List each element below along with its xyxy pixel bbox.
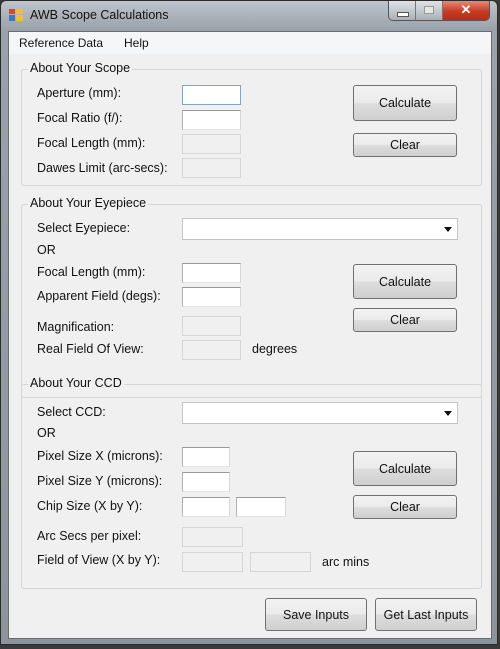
eyepiece-group-title: About Your Eyepiece (28, 196, 149, 210)
scope-group: About Your Scope Aperture (mm): Focal Ra… (21, 61, 482, 186)
close-icon: ✕ (460, 2, 472, 17)
chip-size-x-input[interactable] (182, 497, 230, 517)
maximize-button[interactable] (416, 1, 443, 20)
eyepiece-calculate-button[interactable]: Calculate (353, 264, 457, 299)
dawes-limit-label: Dawes Limit (arc-secs): (37, 161, 168, 175)
minimize-button[interactable] (389, 1, 416, 20)
get-last-inputs-button[interactable]: Get Last Inputs (375, 598, 477, 631)
close-button[interactable]: ✕ (443, 1, 489, 20)
chip-size-y-input[interactable] (236, 497, 286, 517)
fov-unit: arc mins (322, 555, 370, 569)
ccd-or-label: OR (37, 426, 56, 440)
save-inputs-button[interactable]: Save Inputs (265, 598, 367, 631)
select-eyepiece-label: Select Eyepiece: (37, 221, 131, 235)
ccd-group: About Your CCD Select CCD: OR Pixel Size… (21, 376, 482, 589)
app-icon (9, 9, 23, 21)
ccd-clear-button[interactable]: Clear (353, 495, 457, 519)
scope-calculate-button[interactable]: Calculate (353, 85, 457, 121)
client-area: Reference Data Help About Your Scope Ape… (8, 31, 492, 639)
minimize-icon (397, 12, 409, 17)
dawes-limit-output (182, 158, 241, 178)
aperture-input[interactable] (182, 85, 241, 105)
magnification-label: Magnification: (37, 320, 115, 334)
chip-size-label: Chip Size (X by Y): (37, 499, 143, 513)
ccd-calculate-button[interactable]: Calculate (353, 451, 457, 486)
maximize-icon (424, 6, 434, 14)
aperture-label: Aperture (mm): (37, 86, 122, 100)
scope-group-title: About Your Scope (28, 61, 133, 75)
select-ccd-label: Select CCD: (37, 405, 106, 419)
scope-focal-length-label: Focal Length (mm): (37, 136, 146, 150)
scope-focal-length-output (182, 134, 241, 154)
real-fov-label: Real Field Of View: (37, 342, 144, 356)
eyepiece-focal-length-input[interactable] (182, 263, 241, 283)
real-fov-output (182, 340, 241, 360)
eyepiece-clear-button[interactable]: Clear (353, 308, 457, 332)
pixel-size-x-input[interactable] (182, 447, 230, 467)
chevron-down-icon (444, 411, 452, 416)
eyepiece-group: About Your Eyepiece Select Eyepiece: OR … (21, 196, 482, 398)
field-of-view-label: Field of View (X by Y): (37, 553, 161, 567)
app-window: AWB Scope Calculations ✕ Reference Data … (0, 0, 498, 645)
arcsec-per-pixel-output (182, 527, 243, 547)
title-bar[interactable]: AWB Scope Calculations ✕ (1, 1, 497, 31)
pixel-size-y-input[interactable] (182, 472, 230, 492)
apparent-field-label: Apparent Field (degs): (37, 289, 161, 303)
eyepiece-focal-length-label: Focal Length (mm): (37, 265, 146, 279)
eyepiece-select[interactable] (182, 218, 458, 240)
fov-y-output (250, 552, 311, 572)
ccd-select[interactable] (182, 402, 458, 424)
eyepiece-or-label: OR (37, 243, 56, 257)
pixel-size-y-label: Pixel Size Y (microns): (37, 474, 163, 488)
magnification-output (182, 316, 241, 336)
menu-bar: Reference Data Help (9, 32, 491, 54)
window-title: AWB Scope Calculations (30, 8, 169, 22)
caption-buttons: ✕ (388, 1, 490, 21)
menu-help[interactable]: Help (124, 36, 149, 50)
arcsec-per-pixel-label: Arc Secs per pixel: (37, 529, 142, 543)
ccd-group-title: About Your CCD (28, 376, 124, 390)
apparent-field-input[interactable] (182, 287, 241, 307)
focal-ratio-label: Focal Ratio (f/): (37, 111, 123, 125)
fov-x-output (182, 552, 243, 572)
pixel-size-x-label: Pixel Size X (microns): (37, 449, 163, 463)
menu-reference-data[interactable]: Reference Data (19, 36, 103, 50)
real-fov-unit: degrees (252, 342, 298, 356)
chevron-down-icon (444, 227, 452, 232)
scope-clear-button[interactable]: Clear (353, 133, 457, 157)
focal-ratio-input[interactable] (182, 110, 241, 130)
